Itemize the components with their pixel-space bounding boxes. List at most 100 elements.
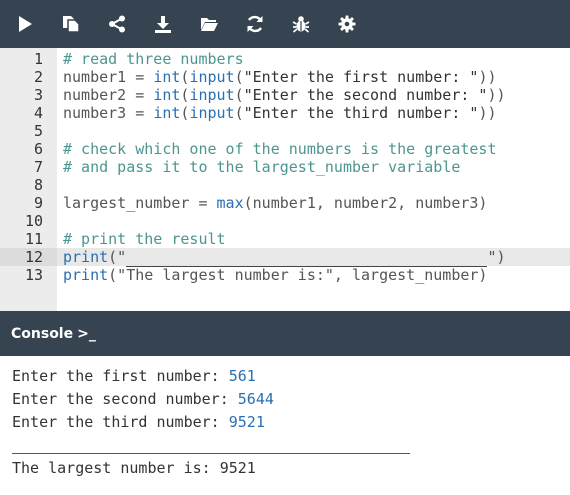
code-token: )): [478, 104, 497, 122]
code-token: number1 =: [63, 68, 154, 86]
code-line[interactable]: 11 # print the result: [0, 230, 570, 248]
code-token: # print the result: [63, 230, 226, 248]
code-token: int: [153, 68, 181, 86]
line-number: 3: [33, 86, 43, 104]
console-result-line: The largest number is: 9521: [12, 459, 256, 477]
code-line[interactable]: 1 # read three numbers: [0, 50, 570, 68]
code-token: input: [189, 68, 235, 86]
line-number: 12: [0, 248, 57, 266]
console-header: Console >_: [0, 311, 570, 356]
code-token: print: [63, 248, 109, 266]
code-token: ("The largest number is:", largest_numbe…: [108, 266, 488, 284]
code-token: (": [108, 248, 127, 266]
code-line[interactable]: 4 number3 = int(input("Enter the third nu…: [0, 104, 570, 122]
reset-button[interactable]: [238, 0, 272, 48]
copy-icon: [63, 16, 80, 33]
open-button[interactable]: [192, 0, 226, 48]
line-number: 5: [33, 122, 43, 140]
code-line[interactable]: 7 # and pass it to the largest_number var…: [0, 158, 570, 176]
code-token: "Enter the first number: ": [243, 68, 479, 86]
code-token: number2 =: [63, 86, 154, 104]
code-token: # read three numbers: [63, 50, 244, 68]
line-number: 8: [33, 176, 43, 194]
run-button[interactable]: [8, 0, 42, 48]
settings-button[interactable]: [330, 0, 364, 48]
console-title: Console: [11, 325, 74, 342]
code-token: input: [189, 104, 235, 122]
refresh-icon: [247, 15, 263, 33]
code-token: "): [487, 248, 506, 266]
code-text: # and pass it to the largest_number vari…: [63, 158, 460, 176]
console-prompt-text: Enter the first number:: [12, 367, 229, 385]
code-lines[interactable]: 1 # read three numbers 2 number1 = int(inpu…: [0, 48, 570, 284]
console-input-value: 9521: [228, 413, 265, 431]
download-button[interactable]: [146, 0, 180, 48]
code-line[interactable]: 10: [0, 212, 570, 230]
line-number: 4: [33, 104, 43, 122]
code-line[interactable]: 5: [0, 122, 570, 140]
code-token: )): [478, 68, 497, 86]
code-text: largest_number = max(number1, number2, n…: [63, 194, 487, 212]
code-line[interactable]: 6 # check which one of the numbers is the…: [0, 140, 570, 158]
code-line[interactable]: 12 print(" "): [0, 248, 570, 267]
console-line: Enter the third number: 9521: [12, 411, 570, 434]
code-line[interactable]: 8: [0, 176, 570, 194]
line-number: 13: [24, 266, 43, 284]
code-token: (: [234, 104, 244, 122]
code-token: )): [487, 86, 506, 104]
blank-string-placeholder: [126, 248, 488, 267]
code-line[interactable]: 2 number1 = int(input("Enter the first nu…: [0, 68, 570, 86]
console-line: Enter the second number: 5644: [12, 388, 570, 411]
code-token: max: [216, 194, 244, 212]
code-token: (number1, number2, number3): [243, 194, 488, 212]
gear-icon: [338, 15, 356, 33]
console-input-value: 5644: [237, 390, 274, 408]
code-token: # check which one of the numbers is the …: [63, 140, 497, 158]
code-token: "Enter the third number: ": [243, 104, 479, 122]
code-token: (: [234, 86, 244, 104]
code-token: "Enter the second number: ": [243, 86, 488, 104]
code-token: int: [153, 86, 181, 104]
line-number: 2: [33, 68, 43, 86]
code-line[interactable]: 13 print("The largest number is:", larges…: [0, 266, 570, 284]
code-token: largest_number =: [63, 194, 217, 212]
bug-icon: [292, 16, 310, 33]
code-editor[interactable]: 1 # read three numbers 2 number1 = int(inpu…: [0, 48, 570, 311]
code-text: number2 = int(input("Enter the second nu…: [63, 86, 506, 104]
code-token: # and pass it to the largest_number vari…: [63, 158, 461, 176]
line-number: 1: [33, 50, 43, 68]
debug-button[interactable]: [284, 0, 318, 48]
code-text: # print the result: [63, 230, 226, 248]
terminal-prompt-icon: >_: [77, 325, 96, 342]
code-token: print: [63, 266, 109, 284]
line-number: 10: [24, 212, 43, 230]
line-number: 7: [33, 158, 43, 176]
code-text: print("The largest number is:", largest_…: [63, 266, 487, 284]
console-prompt-text: Enter the third number:: [12, 413, 229, 431]
line-number: 9: [33, 194, 43, 212]
code-text: # check which one of the numbers is the …: [63, 140, 496, 158]
share-icon: [109, 15, 125, 33]
line-number: 11: [24, 230, 43, 248]
console-line: Enter the first number: 561: [12, 365, 570, 388]
copy-button[interactable]: [54, 0, 88, 48]
console-separator: [12, 434, 410, 454]
code-token: number3 =: [63, 104, 154, 122]
download-icon: [155, 16, 171, 33]
code-text: number1 = int(input("Enter the first num…: [63, 68, 497, 86]
code-line[interactable]: 3 number2 = int(input("Enter the second n…: [0, 86, 570, 104]
console-input-value: 561: [228, 367, 256, 385]
console-prompt-text: Enter the second number:: [12, 390, 238, 408]
code-text: # read three numbers: [63, 50, 244, 68]
line-number: 6: [33, 140, 43, 158]
code-token: input: [189, 86, 235, 104]
console-output[interactable]: Enter the first number: 561 Enter the se…: [0, 356, 570, 480]
code-text: number3 = int(input("Enter the third num…: [63, 104, 497, 122]
code-line[interactable]: 9 largest_number = max(number1, number2, …: [0, 194, 570, 212]
code-token: int: [153, 104, 181, 122]
play-icon: [19, 16, 32, 32]
share-button[interactable]: [100, 0, 134, 48]
code-token: (: [234, 68, 244, 86]
toolbar: [0, 0, 570, 48]
folder-open-icon: [200, 18, 218, 31]
